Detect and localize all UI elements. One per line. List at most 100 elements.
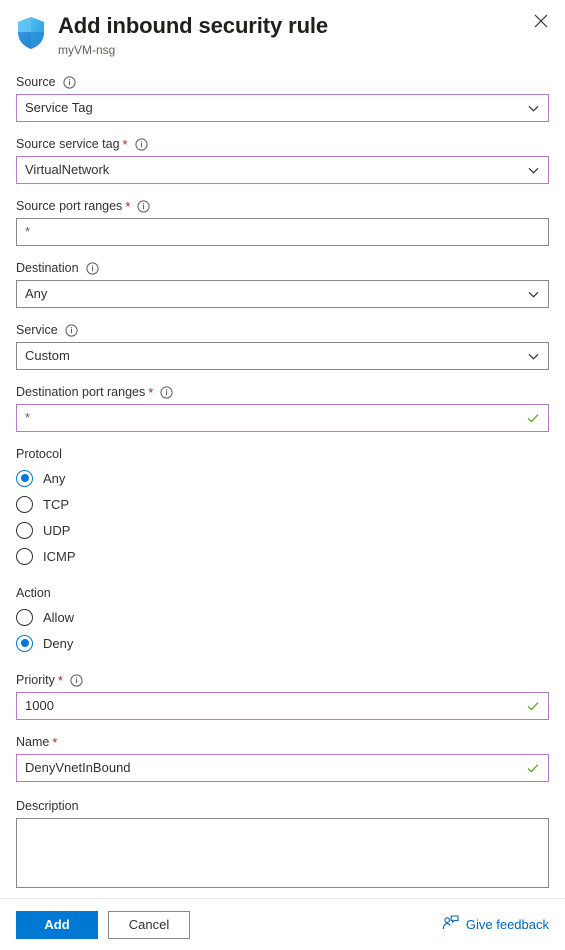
info-icon[interactable] <box>63 75 76 89</box>
form-field: Destination Any <box>16 260 549 308</box>
description-input[interactable] <box>16 818 549 888</box>
priority-value: 1000 <box>25 698 54 713</box>
action-options: Allow Deny <box>16 606 549 654</box>
radio-button[interactable] <box>16 608 33 626</box>
radio-label: UDP <box>43 522 71 538</box>
add-button[interactable]: Add <box>16 910 98 939</box>
give-feedback-link[interactable]: Give feedback <box>442 915 549 934</box>
name-label-text: Name <box>16 735 50 749</box>
form-field: Service Custom <box>16 322 549 370</box>
field-label-text: Source <box>16 75 56 89</box>
field-value: Service Tag <box>25 100 93 115</box>
field-list: Source Service Tag Source service tag * Virt… <box>16 74 549 432</box>
close-icon <box>534 14 548 31</box>
action-radio-group: Action Allow Deny <box>16 585 549 654</box>
form-field: Source service tag * VirtualNetwork <box>16 136 549 184</box>
page-subtitle: myVM-nsg <box>58 43 116 57</box>
field-label: Source <box>16 74 549 90</box>
priority-field: Priority * 1000 <box>16 672 549 720</box>
info-icon[interactable] <box>70 673 83 687</box>
description-field: Description <box>16 798 549 888</box>
dropdown-select[interactable]: Service Tag <box>16 94 549 122</box>
blade-footer: Add Cancel Give feedback <box>0 898 565 950</box>
protocol-label: Protocol <box>16 447 62 461</box>
field-value: VirtualNetwork <box>25 162 110 177</box>
chevron-down-icon <box>527 102 540 115</box>
field-label-text: Destination port ranges <box>16 385 146 399</box>
chevron-down-icon <box>527 164 540 177</box>
info-icon[interactable] <box>137 199 150 213</box>
header-text-block: Add inbound security rule myVM-nsg <box>58 12 328 58</box>
radio-label: Any <box>43 470 66 486</box>
field-label: Destination <box>16 260 549 276</box>
radio-button[interactable] <box>16 469 33 487</box>
name-value: DenyVnetInBound <box>25 760 131 775</box>
radio-option-icmp[interactable]: ICMP <box>16 545 549 567</box>
chevron-down-icon <box>527 288 540 301</box>
text-input[interactable]: * <box>16 218 549 246</box>
radio-button[interactable] <box>16 495 33 513</box>
action-label: Action <box>16 586 51 600</box>
field-value: Any <box>25 286 48 301</box>
form-field: Source Service Tag <box>16 74 549 122</box>
required-indicator: * <box>122 136 128 152</box>
field-value: Custom <box>25 348 70 363</box>
radio-button[interactable] <box>16 634 33 652</box>
required-indicator: * <box>52 734 58 750</box>
info-icon[interactable] <box>65 323 78 337</box>
valid-check-icon <box>526 761 540 775</box>
protocol-options: Any TCP UDP ICMP <box>16 467 549 567</box>
info-icon[interactable] <box>160 385 173 399</box>
name-label: Name * <box>16 734 549 750</box>
field-label-text: Source port ranges <box>16 199 123 213</box>
cancel-button[interactable]: Cancel <box>108 910 190 939</box>
page-title: Add inbound security rule <box>58 13 329 38</box>
radio-button[interactable] <box>16 521 33 539</box>
name-input[interactable]: DenyVnetInBound <box>16 754 549 782</box>
security-rule-form: Source Service Tag Source service tag * Virt… <box>0 74 565 888</box>
close-button[interactable] <box>527 8 555 36</box>
priority-label: Priority * <box>16 672 549 688</box>
field-label: Source port ranges * <box>16 198 549 214</box>
radio-option-deny[interactable]: Deny <box>16 632 549 654</box>
required-indicator: * <box>57 672 63 688</box>
form-field: Source port ranges * * <box>16 198 549 246</box>
field-label: Destination port ranges * <box>16 384 549 400</box>
field-value: * <box>25 410 31 425</box>
valid-check-icon <box>526 699 540 713</box>
description-label: Description <box>16 798 549 814</box>
dropdown-select[interactable]: Any <box>16 280 549 308</box>
radio-option-udp[interactable]: UDP <box>16 519 549 541</box>
field-label: Service <box>16 322 549 338</box>
form-field: Destination port ranges * * <box>16 384 549 432</box>
field-label-text: Destination <box>16 261 79 275</box>
required-indicator: * <box>125 198 131 214</box>
valid-check-icon <box>526 411 540 425</box>
radio-label: Allow <box>43 609 75 625</box>
text-input[interactable]: * <box>16 404 549 432</box>
field-label-text: Service <box>16 323 58 337</box>
radio-label: ICMP <box>43 548 76 564</box>
give-feedback-label: Give feedback <box>465 917 549 932</box>
person-feedback-icon <box>442 915 459 934</box>
name-field: Name * DenyVnetInBound <box>16 734 549 782</box>
description-label-text: Description <box>16 799 79 813</box>
info-icon[interactable] <box>134 137 148 151</box>
protocol-radio-group: Protocol Any TCP UDP ICMP <box>16 446 549 567</box>
dropdown-select[interactable]: Custom <box>16 342 549 370</box>
field-value: * <box>25 224 31 239</box>
chevron-down-icon <box>527 350 540 363</box>
radio-option-tcp[interactable]: TCP <box>16 493 549 515</box>
priority-label-text: Priority <box>16 673 55 687</box>
field-label-text: Source service tag <box>16 137 120 151</box>
required-indicator: * <box>148 384 154 400</box>
priority-input[interactable]: 1000 <box>16 692 549 720</box>
dropdown-select[interactable]: VirtualNetwork <box>16 156 549 184</box>
field-label: Source service tag * <box>16 136 549 152</box>
radio-option-allow[interactable]: Allow <box>16 606 549 628</box>
radio-option-any[interactable]: Any <box>16 467 549 489</box>
info-icon[interactable] <box>85 261 99 275</box>
radio-label: Deny <box>43 635 74 651</box>
radio-button[interactable] <box>16 547 33 565</box>
blade-header: Add inbound security rule myVM-nsg <box>0 0 565 58</box>
